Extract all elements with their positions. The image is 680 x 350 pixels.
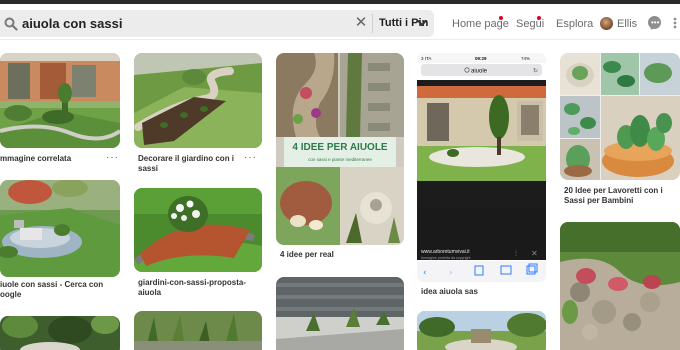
pin-card[interactable]: iuole con sassi - Cerca con oogle bbox=[0, 180, 120, 299]
pin-image[interactable] bbox=[276, 277, 404, 350]
pin-image[interactable] bbox=[134, 53, 262, 148]
pin-card[interactable]: giardini-con-sassi-proposta- aiuola bbox=[134, 188, 262, 297]
pin-caption: 4 idee per real bbox=[280, 250, 334, 259]
pin-card[interactable] bbox=[560, 222, 680, 350]
pin-image[interactable] bbox=[560, 53, 680, 180]
pin-image[interactable] bbox=[560, 222, 680, 350]
phone-carrier: 3 ITA bbox=[421, 56, 431, 61]
svg-text:⋮: ⋮ bbox=[513, 251, 519, 257]
more-options-icon[interactable] bbox=[672, 17, 680, 29]
nav-following[interactable]: Segui bbox=[516, 18, 544, 30]
top-header: aiuola con sassi ✕ Tutti i Pin Home page… bbox=[0, 4, 680, 40]
home-notification-dot bbox=[499, 16, 503, 20]
following-notification-dot bbox=[537, 16, 541, 20]
phone-url: aiuole bbox=[471, 69, 488, 75]
search-icon bbox=[4, 17, 18, 31]
pin-caption-line2: aiuola bbox=[138, 288, 162, 297]
pin-card[interactable] bbox=[276, 277, 404, 350]
pin-card[interactable]: mmagine correlata ··· bbox=[0, 53, 120, 163]
pin-caption-line2: oogle bbox=[0, 290, 22, 299]
pin-card[interactable] bbox=[134, 311, 262, 350]
svg-text:›: › bbox=[449, 268, 453, 278]
pin-image[interactable] bbox=[0, 53, 120, 148]
pin-card[interactable]: 20 Idee per Lavoretti con i Sassi per Ba… bbox=[560, 53, 680, 205]
pin-more-icon[interactable]: ··· bbox=[244, 153, 257, 163]
pin-card[interactable]: 3 ITA 09:29 74% aiuole ↻ www.arboretumvi… bbox=[417, 53, 546, 296]
phone-time: 09:29 bbox=[475, 56, 487, 61]
pin-caption: 20 Idee per Lavoretti con i bbox=[564, 186, 663, 195]
pin-image[interactable]: 3 ITA 09:29 74% aiuole ↻ www.arboretumvi… bbox=[417, 53, 546, 282]
phone-battery: 74% bbox=[521, 56, 530, 61]
chevron-down-icon[interactable] bbox=[417, 19, 427, 27]
pin-card[interactable] bbox=[0, 316, 120, 350]
search-divider bbox=[372, 14, 373, 33]
pin-image[interactable] bbox=[0, 180, 120, 277]
pin-card[interactable]: Decorare il giardino con i sassi ··· bbox=[134, 53, 262, 173]
phone-site: www.arboretumvivai.it bbox=[421, 249, 470, 255]
search-input[interactable]: aiuola con sassi bbox=[22, 16, 122, 31]
clear-search-icon[interactable]: ✕ bbox=[354, 15, 368, 30]
pin-card[interactable] bbox=[417, 311, 546, 350]
pin-caption-line2: Sassi per Bambini bbox=[564, 196, 634, 205]
avatar[interactable] bbox=[600, 17, 613, 30]
pin-image[interactable] bbox=[134, 188, 262, 272]
svg-text:↻: ↻ bbox=[533, 68, 538, 75]
search-bar[interactable]: aiuola con sassi ✕ Tutti i Pin bbox=[0, 10, 434, 37]
chat-icon[interactable]: ••• bbox=[648, 16, 661, 29]
svg-text:✕: ✕ bbox=[531, 249, 538, 258]
pin-caption: iuole con sassi - Cerca con bbox=[0, 280, 104, 289]
pin-more-icon[interactable]: ··· bbox=[106, 153, 119, 163]
pin-image[interactable] bbox=[417, 311, 546, 350]
pin-image[interactable] bbox=[0, 316, 120, 350]
banner-subtitle: con sassi e piante mediterranee bbox=[308, 157, 372, 162]
svg-text:‹: ‹ bbox=[423, 268, 427, 278]
banner-title: 4 IDEE PER AIUOLE bbox=[292, 142, 388, 153]
profile-name[interactable]: Ellis bbox=[617, 18, 637, 30]
pin-caption: mmagine correlata bbox=[0, 154, 72, 163]
pin-caption: giardini-con-sassi-proposta- bbox=[138, 278, 247, 287]
nav-explore[interactable]: Esplora bbox=[556, 18, 593, 30]
pin-image[interactable]: 4 IDEE PER AIUOLE con sassi e piante med… bbox=[276, 53, 404, 245]
pin-caption-line2: sassi bbox=[138, 164, 159, 173]
pin-caption: Decorare il giardino con i bbox=[138, 154, 235, 163]
phone-site-note: Immagine protetta da copyright bbox=[421, 256, 471, 260]
pin-caption: idea aiuola sas bbox=[421, 287, 478, 296]
pin-card[interactable]: 4 IDEE PER AIUOLE con sassi e piante med… bbox=[276, 53, 404, 259]
pin-image[interactable] bbox=[134, 311, 262, 350]
